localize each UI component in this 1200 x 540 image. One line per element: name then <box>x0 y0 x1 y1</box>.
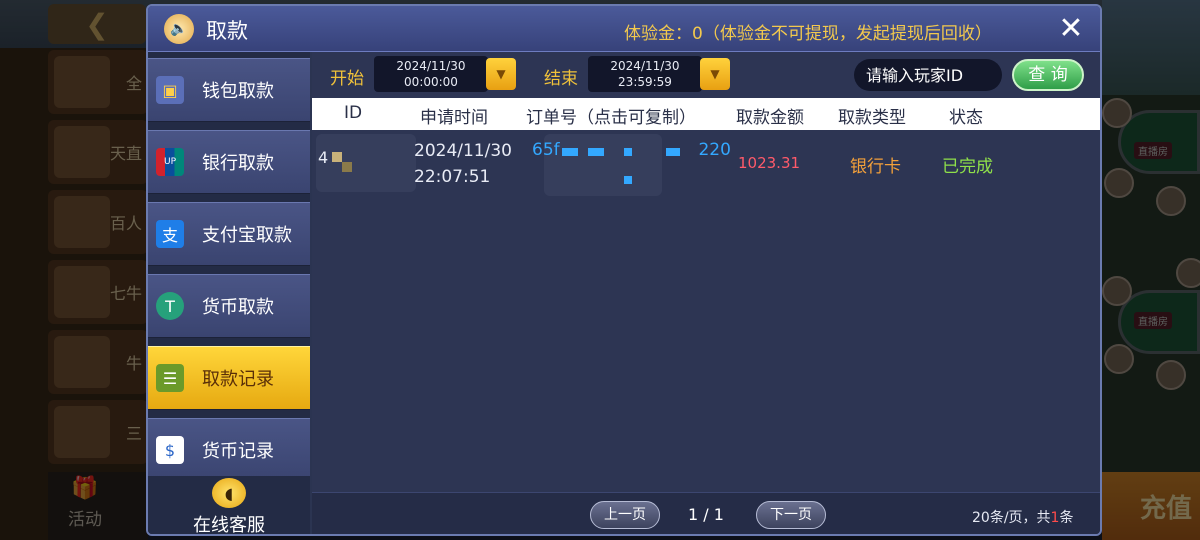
row-apply-clock: 22:07:51 <box>414 167 491 187</box>
unionpay-icon: UP <box>156 148 184 176</box>
dialog-title-bar: 🔈 取款 体验金：0（体验金不可提现，发起提现后回收） ✕ <box>148 6 1100 52</box>
column-header-type: 取款类型 <box>838 108 906 128</box>
column-header-apply-time: 申请时间 <box>420 108 488 128</box>
row-order-suffix: 220 <box>698 140 731 160</box>
trial-balance-label: 体验金： <box>624 24 692 44</box>
filter-bar: 开始 2024/11/30 00:00:00 ▼ 结束 2024/11/30 2… <box>312 52 1100 98</box>
page-summary: 20条/页，共1条 <box>972 507 1073 527</box>
sidebar-item-label: 支付宝取款 <box>202 225 292 246</box>
sidebar-item-alipay-withdraw[interactable]: 支 支付宝取款 <box>148 202 310 266</box>
sidebar-item-withdraw-records[interactable]: ☰ 取款记录 <box>148 346 310 410</box>
sidebar-item-label: 钱包取款 <box>202 81 274 102</box>
mosaic-block <box>588 148 604 156</box>
alipay-icon: 支 <box>156 220 184 248</box>
row-amount: 1023.31 <box>738 154 801 172</box>
start-date: 2024/11/30 <box>396 59 466 73</box>
start-time: 00:00:00 <box>404 75 458 89</box>
mosaic-block <box>342 162 352 172</box>
mosaic-block <box>624 176 632 184</box>
mosaic-block <box>624 148 632 156</box>
column-header-order-number: 订单号（点击可复制） <box>526 108 696 128</box>
end-date-dropdown-icon[interactable]: ▼ <box>700 58 730 90</box>
mosaic-block <box>666 148 680 156</box>
end-label: 结束 <box>544 69 578 89</box>
records-table-header: ID 申请时间 订单号（点击可复制） 取款金额 取款类型 状态 <box>312 98 1100 130</box>
row-status: 已完成 <box>942 157 993 177</box>
sidebar-item-currency-records[interactable]: $ 货币记录 <box>148 418 310 482</box>
mosaic-block <box>332 152 342 162</box>
clipboard-icon: ☰ <box>156 364 184 392</box>
currency-record-icon: $ <box>156 436 184 464</box>
dialog-title: 取款 <box>206 19 248 43</box>
start-label: 开始 <box>330 69 364 89</box>
wallet-icon: ▣ <box>156 76 184 104</box>
online-support-button[interactable]: ◖ 在线客服 <box>148 476 310 536</box>
row-type: 银行卡 <box>850 157 901 177</box>
start-date-dropdown-icon[interactable]: ▼ <box>486 58 516 90</box>
tether-icon: T <box>156 292 184 320</box>
page-indicator: 1 / 1 <box>688 505 724 524</box>
end-date: 2024/11/30 <box>610 59 680 73</box>
trial-balance-value: 0 <box>692 24 703 44</box>
sidebar-item-label: 货币取款 <box>202 297 274 318</box>
prev-page-button[interactable]: 上一页 <box>590 501 660 529</box>
row-apply-date: 2024/11/30 <box>414 141 512 161</box>
withdraw-sidebar: ▣ 钱包取款 UP 银行取款 支 支付宝取款 T 货币取款 ☰ 取款记录 $ 货… <box>148 52 310 536</box>
headset-icon: ◖ <box>212 478 246 508</box>
end-date-field[interactable]: 2024/11/30 23:59:59 <box>588 56 702 92</box>
sidebar-item-label: 银行取款 <box>202 153 274 174</box>
end-time: 23:59:59 <box>618 75 672 89</box>
row-id: 4 <box>318 148 329 167</box>
next-page-button[interactable]: 下一页 <box>756 501 826 529</box>
sidebar-item-label: 取款记录 <box>202 369 274 390</box>
redacted-id-area <box>316 134 416 192</box>
sidebar-item-currency-withdraw[interactable]: T 货币取款 <box>148 274 310 338</box>
column-header-amount: 取款金额 <box>736 108 804 128</box>
row-order-prefix: 65f <box>532 140 560 160</box>
total-suffix: 条 <box>1059 510 1074 526</box>
trial-balance-detail: （体验金不可提现，发起提现后回收） <box>702 24 992 44</box>
column-header-status: 状态 <box>949 108 983 128</box>
row-apply-time: 2024/11/30 22:07:51 <box>414 138 512 190</box>
mosaic-block <box>562 148 578 156</box>
pagination-bar: 上一页 1 / 1 下一页 20条/页，共1条 <box>312 492 1100 534</box>
records-table-body: 4 2024/11/30 22:07:51 65f 220 1023.31 银行… <box>312 130 1100 492</box>
start-date-field[interactable]: 2024/11/30 00:00:00 <box>374 56 488 92</box>
per-page-text: 20条/页，共 <box>972 510 1051 526</box>
sidebar-item-bank-withdraw[interactable]: UP 银行取款 <box>148 130 310 194</box>
close-icon[interactable]: ✕ <box>1054 12 1088 46</box>
column-header-id: ID <box>344 103 363 123</box>
player-id-input[interactable] <box>854 59 1002 91</box>
query-button[interactable]: 查 询 <box>1012 59 1084 91</box>
trial-balance-notice: 体验金：0（体验金不可提现，发起提现后回收） <box>624 19 992 44</box>
speaker-icon: 🔈 <box>164 14 194 44</box>
withdraw-dialog: 🔈 取款 体验金：0（体验金不可提现，发起提现后回收） ✕ ▣ 钱包取款 UP … <box>146 4 1102 536</box>
table-row: 4 2024/11/30 22:07:51 65f 220 1023.31 银行… <box>312 130 1100 196</box>
online-support-label: 在线客服 <box>193 515 265 536</box>
sidebar-item-label: 货币记录 <box>202 441 274 462</box>
sidebar-item-wallet-withdraw[interactable]: ▣ 钱包取款 <box>148 58 310 122</box>
